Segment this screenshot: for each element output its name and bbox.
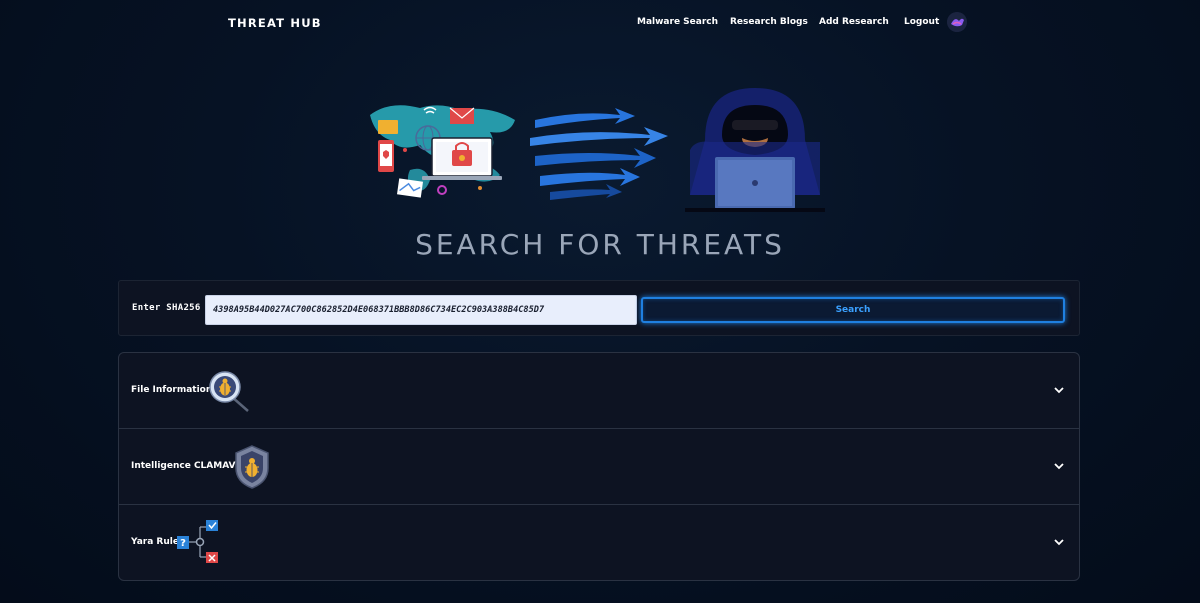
- hero-illustration: [350, 80, 850, 220]
- chevron-down-icon[interactable]: [1053, 460, 1065, 472]
- chevron-down-icon[interactable]: [1053, 384, 1065, 396]
- nav-add-research[interactable]: Add Research: [819, 17, 889, 27]
- accordion-yara-rule[interactable]: Yara Rule ?: [119, 505, 1079, 580]
- sha256-input[interactable]: [205, 295, 637, 325]
- search-panel: Enter SHA256 Search: [118, 280, 1080, 336]
- accordion-file-information[interactable]: File Information: [119, 353, 1079, 429]
- accordion-intelligence-clamav[interactable]: Intelligence CLAMAV: [119, 429, 1079, 505]
- user-avatar[interactable]: [947, 12, 967, 32]
- bug-shield-icon: [235, 445, 269, 489]
- hacker-icon: [685, 88, 825, 212]
- cyber-threat-illustration: [370, 88, 825, 212]
- accordion-label: File Information: [131, 385, 213, 395]
- folder-icon: [378, 120, 398, 134]
- accordion-label: Intelligence CLAMAV: [131, 461, 236, 471]
- brand-logo[interactable]: THREAT HUB: [228, 16, 322, 30]
- accordion-label: Yara Rule: [131, 537, 179, 547]
- svg-text:?: ?: [180, 538, 186, 549]
- gear-icon: [437, 185, 447, 195]
- avatar-icon: [947, 12, 967, 32]
- rule-flow-icon: ?: [177, 520, 218, 563]
- nav-research-blogs[interactable]: Research Blogs: [730, 17, 808, 27]
- bug-magnifier-icon: [209, 371, 249, 412]
- page-title: SEARCH FOR THREATS: [415, 228, 785, 261]
- results-accordion: File Information Intelligence CLAMAV Yar…: [118, 352, 1080, 581]
- nav-malware-search[interactable]: Malware Search: [637, 17, 718, 27]
- top-navbar: THREAT HUB Malware Search Research Blogs…: [0, 0, 1200, 46]
- nav-logout[interactable]: Logout: [904, 17, 939, 27]
- search-button[interactable]: Search: [641, 297, 1065, 323]
- chevron-down-icon[interactable]: [1053, 536, 1065, 548]
- data-stream-arrows-icon: [530, 108, 668, 200]
- sha256-label: Enter SHA256: [132, 303, 201, 313]
